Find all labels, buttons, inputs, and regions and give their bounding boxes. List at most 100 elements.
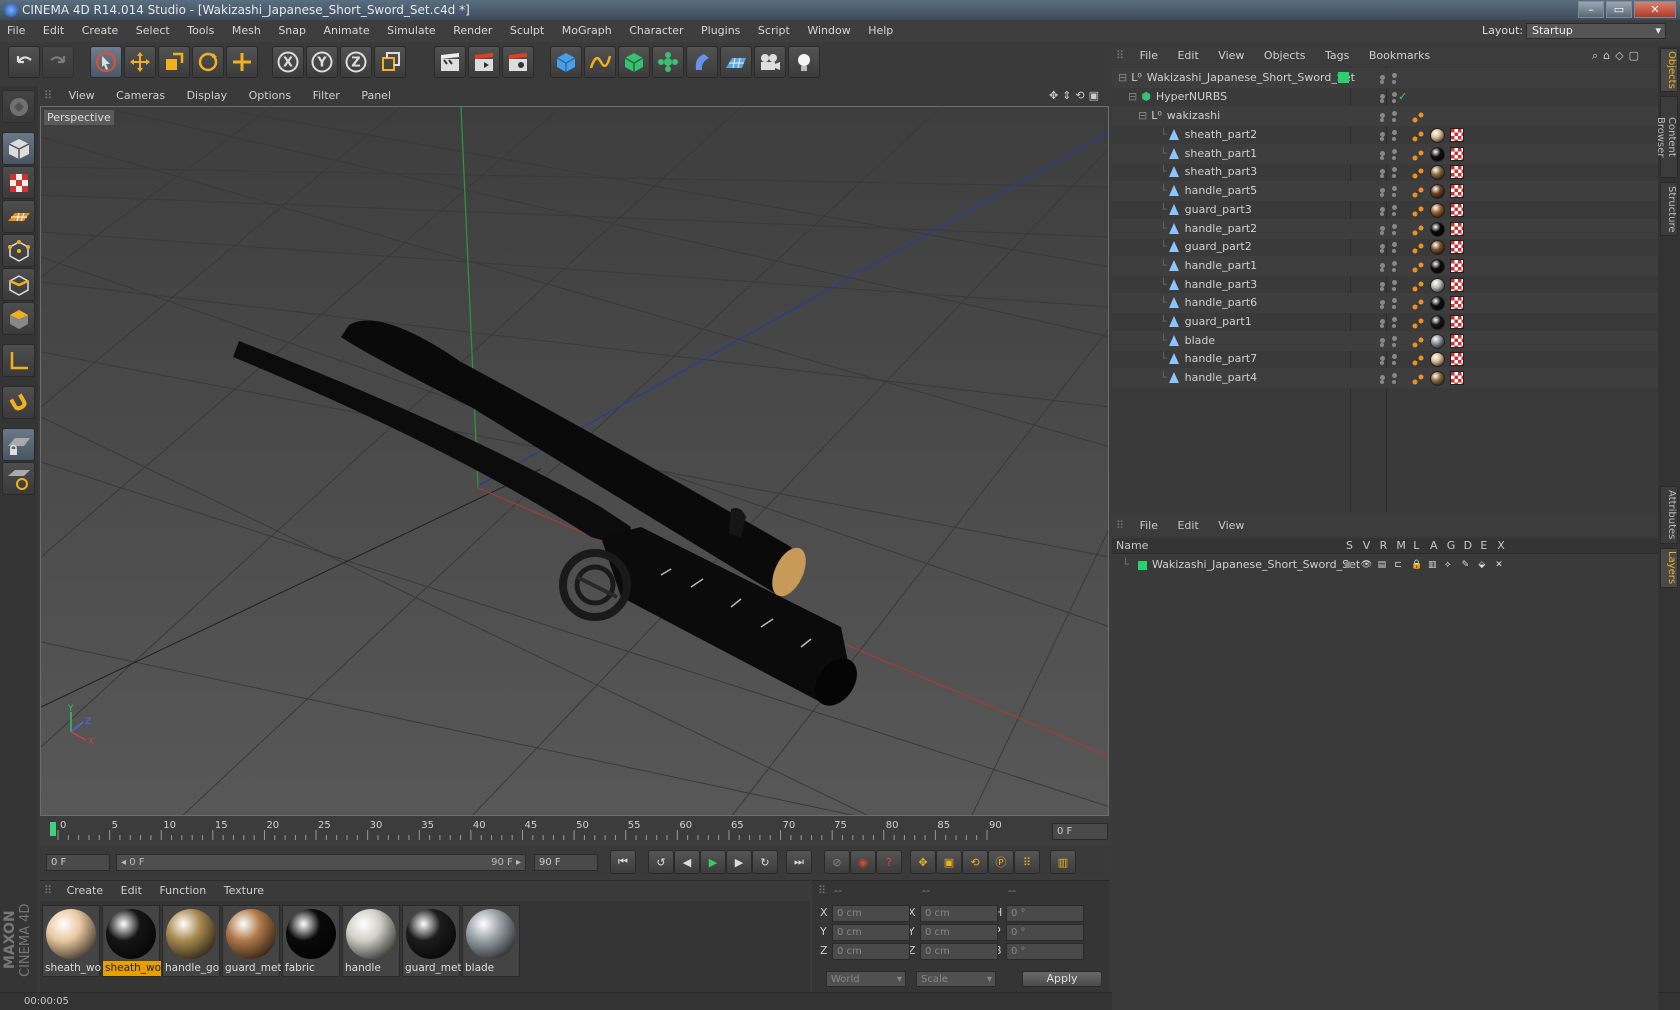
y-axis-lock-button[interactable]: Y <box>306 46 338 78</box>
object-name[interactable]: handle_part3 <box>1185 278 1258 291</box>
render-visibility-dot[interactable] <box>1392 317 1397 322</box>
layer-column-header[interactable]: S <box>1346 538 1353 554</box>
object-row[interactable]: └ sheath_part3 <box>1112 162 1658 182</box>
render-visibility-dot[interactable] <box>1392 261 1397 266</box>
rotate-tool-button[interactable] <box>192 46 224 78</box>
uvw-tag-icon[interactable] <box>1450 184 1464 198</box>
size-field[interactable]: 0 cm <box>920 943 998 960</box>
material-tag-icon[interactable] <box>1430 203 1445 218</box>
render-settings-button[interactable] <box>502 46 534 78</box>
menu-help[interactable]: Help <box>861 20 900 42</box>
close-button[interactable]: ✕ <box>1634 1 1676 18</box>
camera-button[interactable] <box>754 46 786 78</box>
timeline-window-button[interactable]: ▥ <box>1050 850 1076 874</box>
object-name[interactable]: handle_part2 <box>1185 222 1258 235</box>
floor-object-button[interactable] <box>720 46 752 78</box>
uvw-tag-icon[interactable] <box>1450 352 1464 366</box>
object-manager-tools-icons[interactable]: ⌕⌂◇▢ <box>1584 46 1652 66</box>
uvw-tag-icon[interactable] <box>1450 296 1464 310</box>
edges-mode-button[interactable] <box>2 268 35 301</box>
tab-structure[interactable]: Structure <box>1660 182 1678 236</box>
material-swatch[interactable]: handle <box>342 905 400 977</box>
layer-row[interactable]: └ Wakizashi_Japanese_Short_Sword_Set ● 👁 ▤… <box>1112 556 1658 574</box>
layout-select[interactable]: Startup ▾ <box>1526 23 1666 39</box>
menu-render[interactable]: Render <box>446 20 499 42</box>
workplane-mode-button[interactable] <box>2 200 35 233</box>
object-row[interactable]: └ guard_part2 <box>1112 237 1658 257</box>
uvw-tag-icon[interactable] <box>1450 203 1464 217</box>
render-visibility-dot[interactable] <box>1392 149 1397 154</box>
viewport-menu-view[interactable]: View <box>60 86 104 106</box>
object-row[interactable]: └ guard_part1 <box>1112 312 1658 332</box>
rotation-field[interactable]: 0 ° <box>1006 924 1084 941</box>
layer-name[interactable]: Wakizashi_Japanese_Short_Sword_Set <box>1152 556 1360 574</box>
layer-toggle-icon[interactable]: ▥ <box>1428 556 1437 574</box>
menu-mesh[interactable]: Mesh <box>225 20 268 42</box>
material-swatch[interactable]: blade <box>462 905 520 977</box>
viewport-menu-panel[interactable]: Panel <box>352 86 400 106</box>
object-row[interactable]: ⊟ ⬢ HyperNURBS ✓ <box>1112 87 1658 107</box>
object-row[interactable]: ⊟ L⁰ wakizashi <box>1112 106 1658 126</box>
uvw-tag-icon[interactable] <box>1450 315 1464 329</box>
phong-tag-icon[interactable] <box>1412 353 1424 366</box>
keyframe-selection-button[interactable]: ? <box>876 850 902 874</box>
material-menu-create[interactable]: Create <box>60 881 111 901</box>
object-row[interactable]: └ sheath_part1 <box>1112 144 1658 164</box>
layer-column-header[interactable]: E <box>1480 538 1487 554</box>
render-to-picture-viewer-button[interactable] <box>468 46 500 78</box>
play-button[interactable]: ▶ <box>700 850 726 874</box>
layer-menu-file[interactable]: File <box>1132 516 1166 536</box>
tab-content-browser[interactable]: Content Browser <box>1655 96 1678 178</box>
layer-toggle-icon[interactable]: ✕ <box>1495 556 1503 574</box>
z-axis-lock-button[interactable]: Z <box>340 46 372 78</box>
layer-column-header[interactable]: R <box>1380 538 1388 554</box>
object-row[interactable]: └ guard_part3 <box>1112 200 1658 220</box>
menu-select[interactable]: Select <box>129 20 177 42</box>
position-field[interactable]: 0 cm <box>832 905 910 922</box>
key-position-button[interactable]: ✥ <box>910 850 936 874</box>
material-tag-icon[interactable] <box>1430 222 1445 237</box>
phong-tag-icon[interactable] <box>1412 223 1424 236</box>
position-field[interactable]: 0 cm <box>832 943 910 960</box>
object-row[interactable]: └ blade <box>1112 331 1658 351</box>
object-name[interactable]: guard_part1 <box>1185 315 1252 328</box>
timeline-playhead[interactable] <box>50 822 56 836</box>
object-name[interactable]: HyperNURBS <box>1156 90 1227 103</box>
collapse-toggle-icon[interactable]: ⊟ <box>1118 71 1127 84</box>
uvw-tag-icon[interactable] <box>1450 371 1464 385</box>
layer-toggle-icon[interactable]: 👁 <box>1361 556 1372 574</box>
layer-menu-view[interactable]: View <box>1210 516 1252 536</box>
phong-tag-icon[interactable] <box>1412 241 1424 254</box>
material-swatch[interactable]: guard_met <box>222 905 281 977</box>
menu-create[interactable]: Create <box>75 20 126 42</box>
menu-tools[interactable]: Tools <box>180 20 221 42</box>
spline-pen-button[interactable] <box>584 46 616 78</box>
phong-tag-icon[interactable] <box>1412 129 1424 142</box>
polygons-mode-button[interactable] <box>2 302 35 335</box>
object-name[interactable]: sheath_part1 <box>1185 147 1258 160</box>
timeline-ruler[interactable]: 0 5 10 15 20 25 30 35 40 45 50 55 60 65 70 75 80 85 90 0 F <box>40 816 1110 846</box>
end-frame-field[interactable]: 90 F <box>534 854 598 871</box>
render-visibility-dot[interactable] <box>1392 73 1397 78</box>
material-tag-icon[interactable] <box>1430 371 1445 386</box>
object-name[interactable]: blade <box>1185 334 1216 347</box>
object-name[interactable]: handle_part5 <box>1185 184 1258 197</box>
object-menu-file[interactable]: File <box>1132 46 1166 66</box>
apply-button[interactable]: Apply <box>1022 971 1102 987</box>
material-menu-function[interactable]: Function <box>152 881 213 901</box>
phong-tag-icon[interactable] <box>1412 260 1424 273</box>
layer-column-header[interactable]: L <box>1413 538 1419 554</box>
layer-column-header[interactable]: D <box>1464 538 1472 554</box>
tab-objects[interactable]: Objects <box>1660 48 1678 92</box>
render-visibility-dot[interactable] <box>1392 336 1397 341</box>
size-field[interactable]: 0 cm <box>920 924 998 941</box>
material-menu-texture[interactable]: Texture <box>217 881 271 901</box>
menu-sculpt[interactable]: Sculpt <box>503 20 551 42</box>
key-rotation-button[interactable]: ⟲ <box>962 850 988 874</box>
go-to-start-button[interactable]: ⏮ <box>610 850 636 874</box>
render-visibility-dot[interactable] <box>1392 280 1397 285</box>
object-row[interactable]: └ handle_part1 <box>1112 256 1658 276</box>
object-name[interactable]: sheath_part2 <box>1185 128 1258 141</box>
phong-tag-icon[interactable] <box>1412 110 1424 123</box>
workplane-lock-button[interactable] <box>2 428 35 461</box>
